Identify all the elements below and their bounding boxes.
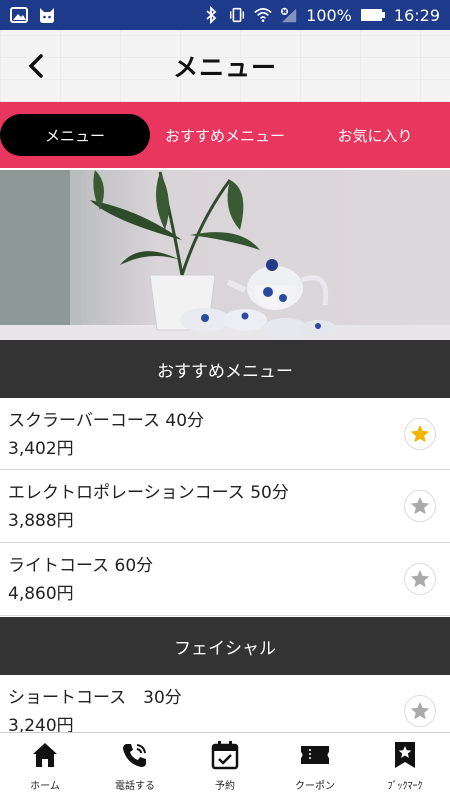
tab-recommended[interactable]: おすすめメニュー xyxy=(150,114,300,156)
battery-percent: 100% xyxy=(306,5,352,25)
tab-bar: メニュー おすすめメニュー お気に入り xyxy=(0,102,450,168)
nav-label: 予約 xyxy=(215,781,235,792)
list-item[interactable]: ライトコース 60分 4,860円 xyxy=(0,543,450,616)
page-title: メニュー xyxy=(172,53,277,82)
clock: 16:29 xyxy=(393,5,440,25)
favorite-button[interactable] xyxy=(404,418,436,450)
back-button[interactable] xyxy=(18,48,54,84)
nav-label: クーポン xyxy=(295,781,335,792)
status-bar: 100% 16:29 xyxy=(0,0,450,30)
list-item[interactable]: ショートコース 30分 3,240円 xyxy=(0,675,450,732)
section-header-recommended: おすすめメニュー xyxy=(0,340,450,398)
star-icon xyxy=(410,569,430,588)
list-item[interactable]: スクラーバーコース 40分 3,402円 xyxy=(0,398,450,470)
nav-label: ホーム xyxy=(30,781,60,792)
nav-label: 電話する xyxy=(115,781,155,792)
home-icon xyxy=(29,739,61,771)
section-header-facial: フェイシャル xyxy=(0,617,450,675)
bluetooth-icon xyxy=(202,6,220,24)
tab-favorites[interactable]: お気に入り xyxy=(300,114,450,156)
item-name: エレクトロポレーションコース 50分 xyxy=(8,483,289,503)
image-notification-icon xyxy=(10,6,28,24)
list-item[interactable]: エレクトロポレーションコース 50分 3,888円 xyxy=(0,470,450,543)
nav-phone[interactable]: 電話する xyxy=(90,733,180,800)
nav-coupon[interactable]: クーポン xyxy=(270,733,360,800)
item-price: 3,402円 xyxy=(8,439,74,459)
item-price: 4,860円 xyxy=(8,584,74,604)
chevron-left-icon xyxy=(28,54,43,78)
battery-icon xyxy=(360,6,386,24)
favorite-button[interactable] xyxy=(404,490,436,522)
nav-label: ﾌﾞｯｸﾏｰｸ xyxy=(387,781,423,792)
vibrate-icon xyxy=(228,6,246,24)
star-icon xyxy=(410,424,430,443)
nav-reserve[interactable]: 予約 xyxy=(180,733,270,800)
signal-icon xyxy=(280,6,298,24)
item-name: ショートコース 30分 xyxy=(8,688,182,708)
item-name: スクラーバーコース 40分 xyxy=(8,411,205,431)
star-icon xyxy=(410,701,430,720)
calendar-check-icon xyxy=(209,739,241,771)
hero-image xyxy=(0,170,450,340)
star-icon xyxy=(410,496,430,515)
tab-menu[interactable]: メニュー xyxy=(0,114,150,156)
item-price: 3,240円 xyxy=(8,716,74,732)
favorite-button[interactable] xyxy=(404,695,436,727)
phone-icon xyxy=(119,739,151,771)
favorite-button[interactable] xyxy=(404,563,436,595)
app-header: メニュー xyxy=(0,30,450,102)
wifi-icon xyxy=(254,6,272,24)
bookmark-star-icon xyxy=(389,739,421,771)
cat-notification-icon xyxy=(38,6,56,24)
item-name: ライトコース 60分 xyxy=(8,556,154,576)
nav-bookmark[interactable]: ﾌﾞｯｸﾏｰｸ xyxy=(360,733,450,800)
item-price: 3,888円 xyxy=(8,511,74,531)
bottom-nav: ホーム 電話する 予約 クーポン ﾌﾞｯｸﾏｰｸ xyxy=(0,732,450,800)
nav-home[interactable]: ホーム xyxy=(0,733,90,800)
ticket-icon xyxy=(299,739,331,771)
